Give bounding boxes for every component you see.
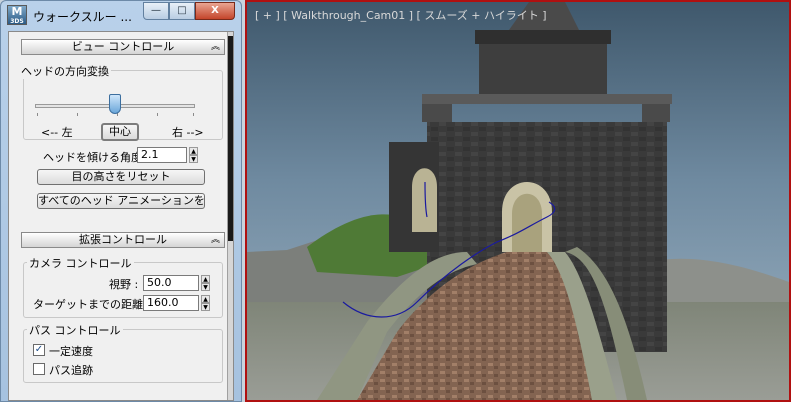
slider-tick	[77, 113, 78, 116]
head-turn-slider-thumb[interactable]	[109, 94, 121, 114]
fov-spinner[interactable]: ▲ ▼	[201, 275, 210, 291]
fov-input[interactable]: 50.0	[143, 275, 199, 291]
crown-right	[642, 102, 670, 122]
viewport-scene	[247, 2, 789, 400]
collapse-chevron-icon: ︽	[210, 42, 220, 52]
panel-client: ビュー コントロール ︽ ヘッドの方向変換 <-- 左 中心 右 --> ヘッド…	[8, 31, 234, 401]
fov-label: 視野 :	[109, 278, 139, 291]
minimize-button[interactable]: —	[143, 2, 169, 20]
title-bar[interactable]: M 3DS ウォークスルー ... — □ X	[1, 1, 241, 31]
max-app-icon[interactable]: M 3DS	[7, 5, 27, 25]
tilt-angle-spinner[interactable]: ▲ ▼	[189, 147, 198, 163]
follow-path-checkbox[interactable]	[33, 363, 45, 375]
spinner-down-icon[interactable]: ▼	[189, 155, 198, 163]
crown-left	[422, 102, 452, 122]
close-button[interactable]: X	[195, 2, 235, 20]
caption-buttons: — □ X	[143, 2, 235, 20]
center-button[interactable]: 中心	[101, 123, 139, 141]
head-turn-group-label: ヘッドの方向変換	[19, 63, 111, 79]
arch-side	[412, 168, 437, 232]
app-icon-letter: M	[11, 5, 23, 18]
tower-cap	[475, 30, 611, 44]
tilt-angle-input[interactable]: 2.1	[137, 147, 187, 163]
spinner-down-icon[interactable]: ▼	[201, 283, 210, 291]
spinner-up-icon[interactable]: ▲	[189, 147, 198, 155]
constant-speed-checkbox[interactable]: ✓	[33, 344, 45, 356]
slider-tick	[37, 113, 38, 116]
viewport-label[interactable]: [ + ] [ Walkthrough_Cam01 ] [ スムーズ + ハイラ…	[255, 7, 547, 23]
slider-tick	[157, 113, 158, 116]
left-label: <-- 左	[41, 126, 73, 139]
constant-speed-label: 一定速度	[49, 345, 93, 358]
reset-eye-height-button[interactable]: 目の高さをリセット	[37, 169, 205, 185]
rollout-scroll-thumb[interactable]	[228, 36, 233, 241]
delete-head-animation-button[interactable]: すべてのヘッド アニメーションを削除	[37, 193, 205, 209]
arch-front-hole	[512, 193, 542, 252]
screen: M 3DS ウォークスルー ... — □ X ビュー コントロール ︽ ヘッド…	[0, 0, 791, 402]
path-control-group-label: パス コントロール	[27, 322, 123, 338]
spinner-up-icon[interactable]: ▲	[201, 275, 210, 283]
target-distance-spinner[interactable]: ▲ ▼	[201, 295, 210, 311]
rollout-scrollbar[interactable]	[227, 32, 233, 400]
target-distance-input[interactable]: 160.0	[143, 295, 199, 311]
follow-path-label: パス追跡	[49, 364, 93, 377]
target-distance-label: ターゲットまでの距離 :	[33, 298, 151, 311]
slider-tick	[193, 113, 194, 116]
spinner-up-icon[interactable]: ▲	[201, 295, 210, 303]
spinner-down-icon[interactable]: ▼	[201, 303, 210, 311]
app-icon-sub: 3DS	[10, 18, 24, 25]
walkthrough-window: M 3DS ウォークスルー ... — □ X ビュー コントロール ︽ ヘッド…	[0, 0, 242, 402]
maximize-button[interactable]: □	[169, 2, 195, 20]
collapse-chevron-icon: ︽	[210, 235, 220, 245]
tilt-angle-label: ヘッドを傾ける角度	[43, 151, 142, 164]
camera-control-group-label: カメラ コントロール	[27, 255, 134, 271]
rollout-view-control[interactable]: ビュー コントロール ︽	[21, 39, 225, 55]
camera-viewport[interactable]: [ + ] [ Walkthrough_Cam01 ] [ スムーズ + ハイラ…	[245, 0, 791, 402]
window-title: ウォークスルー ...	[33, 10, 132, 24]
roof-trim	[422, 94, 672, 104]
rollout-view-control-title: ビュー コントロール	[71, 40, 175, 53]
rollout-advanced-control[interactable]: 拡張コントロール ︽	[21, 232, 225, 248]
rollout-advanced-control-title: 拡張コントロール	[79, 233, 167, 246]
right-label: 右 -->	[172, 126, 204, 139]
